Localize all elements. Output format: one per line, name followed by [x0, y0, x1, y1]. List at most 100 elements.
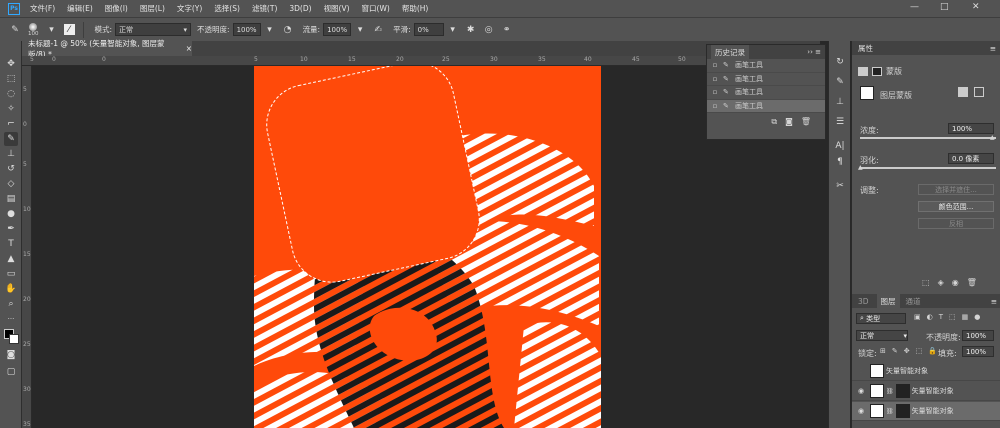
- chevron-down-icon[interactable]: ▾: [264, 24, 276, 36]
- vector-mask-icon[interactable]: [872, 67, 882, 76]
- menu-window[interactable]: 窗口(W): [362, 3, 390, 14]
- chevron-down-icon[interactable]: ▾: [46, 24, 58, 36]
- select-mask-icon[interactable]: [958, 87, 968, 97]
- airbrush-icon[interactable]: ✍: [372, 24, 384, 36]
- brush-tool-icon[interactable]: ✎: [4, 132, 18, 146]
- gear-icon[interactable]: ✱: [465, 24, 477, 36]
- history-item[interactable]: ▫ ✎ 画笔工具: [707, 59, 825, 73]
- tools-preset-icon[interactable]: ✂: [833, 179, 847, 193]
- visibility-off-icon[interactable]: ▫: [852, 367, 870, 375]
- zoom-tool-icon[interactable]: ⌕: [4, 297, 18, 311]
- eyedropper-tool-icon[interactable]: ⌐: [4, 117, 18, 131]
- snapshot-checkbox[interactable]: ▫: [707, 75, 723, 83]
- menu-help[interactable]: 帮助(H): [402, 3, 429, 14]
- move-tool-icon[interactable]: ✥: [4, 57, 18, 71]
- menu-type[interactable]: 文字(Y): [177, 3, 202, 14]
- lock-all-icon[interactable]: 🔒: [928, 347, 937, 355]
- image-filter-icon[interactable]: ▣: [914, 313, 921, 321]
- chevron-down-icon[interactable]: ▾: [447, 24, 459, 36]
- clone-source-icon[interactable]: ⊥: [833, 95, 847, 109]
- lock-position-icon[interactable]: ✥: [904, 347, 910, 355]
- smart-filter-icon[interactable]: ▦: [962, 313, 969, 321]
- history-item[interactable]: ▫ ✎ 画笔工具: [707, 73, 825, 86]
- collapse-icon[interactable]: ›› ≡: [807, 48, 821, 56]
- panel-menu-icon[interactable]: ≡: [990, 44, 996, 53]
- invert-button[interactable]: 反相: [918, 218, 994, 229]
- hand-tool-icon[interactable]: ✋: [4, 282, 18, 296]
- dodge-tool-icon[interactable]: ●: [4, 207, 18, 221]
- layer-filter-select[interactable]: ⌕ 类型: [856, 313, 906, 324]
- eye-icon[interactable]: ◉: [852, 407, 870, 415]
- history-tab[interactable]: 历史记录: [711, 45, 749, 59]
- tab-channels[interactable]: 通道: [906, 296, 921, 307]
- brush-panel-icon[interactable]: ✎: [833, 75, 847, 89]
- color-range-button[interactable]: 颜色范围...: [918, 201, 994, 212]
- menu-file[interactable]: 文件(F): [30, 3, 55, 14]
- eye-icon[interactable]: ◉: [852, 387, 870, 395]
- feather-input[interactable]: 0.0 像素: [948, 153, 994, 164]
- document-tab[interactable]: 未标题-1 @ 50% (矢量智能对象, 图层蒙版/8) * ×: [22, 39, 192, 59]
- character-icon[interactable]: A|: [833, 139, 847, 153]
- type-tool-icon[interactable]: T: [4, 237, 18, 251]
- magic-wand-tool-icon[interactable]: ✧: [4, 102, 18, 116]
- layer-opacity-input[interactable]: 100%: [962, 330, 994, 341]
- maximize-button[interactable]: □: [940, 2, 949, 12]
- stamp-tool-icon[interactable]: ⊥: [4, 147, 18, 161]
- lock-artboard-icon[interactable]: ⬚: [916, 347, 923, 355]
- close-tab-button[interactable]: ×: [186, 44, 192, 53]
- snapshot-checkbox[interactable]: ▫: [707, 61, 723, 69]
- flow-input[interactable]: 100%: [323, 23, 352, 36]
- pen-tool-icon[interactable]: ✒: [4, 222, 18, 236]
- trash-icon[interactable]: 🗑: [967, 278, 977, 287]
- tab-3d[interactable]: 3D: [858, 297, 869, 306]
- menu-select[interactable]: 选择(S): [214, 3, 240, 14]
- pressure-opacity-icon[interactable]: ◔: [282, 24, 294, 36]
- camera-icon[interactable]: ◙: [785, 117, 793, 127]
- smoothing-input[interactable]: 0%: [413, 23, 444, 36]
- density-slider[interactable]: [860, 137, 996, 139]
- tab-layers[interactable]: 图层: [876, 294, 900, 308]
- lock-pixels-icon[interactable]: ✎: [892, 347, 898, 355]
- menu-filter[interactable]: 滤镜(T): [252, 3, 277, 14]
- pressure-size-icon[interactable]: ◎: [483, 24, 495, 36]
- mode-select[interactable]: 正常 ▾: [115, 23, 192, 36]
- type-filter-icon[interactable]: T: [939, 313, 943, 321]
- panel-menu-icon[interactable]: ≡: [991, 297, 997, 306]
- density-input[interactable]: 100%: [948, 123, 994, 134]
- history-item[interactable]: ▫ ✎ 画笔工具: [707, 86, 825, 100]
- screen-mode-icon[interactable]: ▢: [4, 365, 18, 379]
- select-and-mask-button[interactable]: 选择并遮住...: [918, 184, 994, 195]
- eraser-tool-icon[interactable]: ◇: [4, 177, 18, 191]
- path-select-tool-icon[interactable]: ▲: [4, 252, 18, 266]
- close-window-button[interactable]: ✕: [972, 2, 980, 12]
- chevron-down-icon[interactable]: ▾: [354, 24, 366, 36]
- adjust-filter-icon[interactable]: ◐: [927, 313, 933, 321]
- shape-tool-icon[interactable]: ▭: [4, 267, 18, 281]
- properties-tab[interactable]: 属性: [858, 43, 873, 54]
- apply-mask-icon[interactable]: [974, 87, 984, 97]
- quick-mask-icon[interactable]: ◙: [4, 348, 18, 362]
- slider-handle-icon[interactable]: ▲: [858, 164, 863, 171]
- apply-mask-icon[interactable]: ◈: [938, 278, 944, 287]
- minimize-button[interactable]: —: [910, 2, 919, 12]
- shape-filter-icon[interactable]: ⬚: [949, 313, 956, 321]
- history-brush-tool-icon[interactable]: ↺: [4, 162, 18, 176]
- menu-layer[interactable]: 图层(L): [140, 3, 165, 14]
- blend-mode-select[interactable]: 正常 ▾: [856, 330, 908, 341]
- menu-3d[interactable]: 3D(D): [289, 4, 311, 13]
- fill-input[interactable]: 100%: [962, 346, 994, 357]
- pixel-mask-icon[interactable]: [858, 67, 868, 76]
- layer-row-selected[interactable]: ◉ ⛓ 矢量智能对象: [852, 402, 1000, 421]
- slider-handle-icon[interactable]: ▲: [990, 134, 995, 141]
- feather-slider[interactable]: [860, 167, 996, 169]
- eye-icon[interactable]: ◉: [952, 278, 959, 287]
- lasso-tool-icon[interactable]: ◌: [4, 87, 18, 101]
- menu-image[interactable]: 图像(I): [105, 3, 128, 14]
- layer-row[interactable]: ▫ 矢量智能对象: [852, 362, 1000, 381]
- brush-settings-icon[interactable]: ⁄: [63, 24, 75, 35]
- history-panel-icon[interactable]: ↻: [833, 55, 847, 69]
- menu-edit[interactable]: 编辑(E): [67, 3, 93, 14]
- menu-view[interactable]: 视图(V): [324, 3, 350, 14]
- gradient-tool-icon[interactable]: ▤: [4, 192, 18, 206]
- toggle-filter-icon[interactable]: ●: [974, 313, 980, 321]
